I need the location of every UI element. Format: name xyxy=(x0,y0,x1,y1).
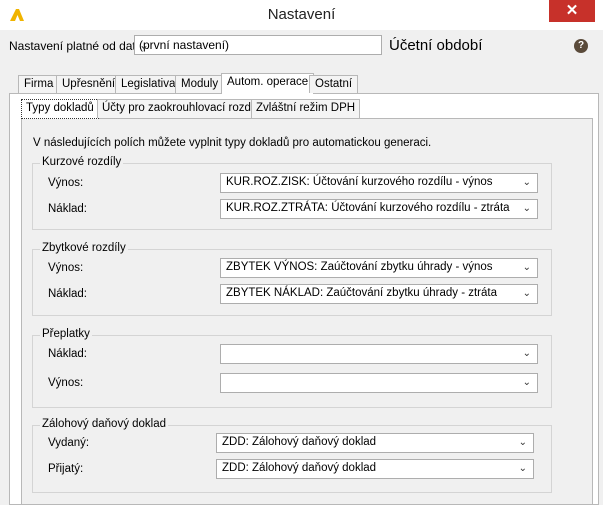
help-icon[interactable]: ? xyxy=(574,39,588,53)
title-bar: Nastavení ✕ xyxy=(0,0,603,30)
tab-upresneni[interactable]: Upřesnění xyxy=(56,75,122,93)
close-button[interactable]: ✕ xyxy=(549,0,595,22)
tab-autom-operace[interactable]: Autom. operace xyxy=(221,73,315,94)
select-zbytkove-vynos[interactable]: ZBYTEK VÝNOS: Zaúčtování zbytku úhrady -… xyxy=(220,258,538,278)
group-title: Přeplatky xyxy=(40,328,92,340)
select-value: ZBYTEK VÝNOS: Zaúčtování zbytku úhrady -… xyxy=(226,261,493,273)
field-label: Vydaný: xyxy=(48,437,90,449)
chevron-down-icon: ⌄ xyxy=(522,262,531,273)
period-select[interactable]: (první nastavení) ⌄ xyxy=(134,35,382,55)
intro-text: V následujících polích můžete vyplnit ty… xyxy=(33,137,432,149)
select-value: ZBYTEK NÁKLAD: Zaúčtování zbytku úhrady … xyxy=(226,287,497,299)
chevron-down-icon: ⌄ xyxy=(522,348,531,359)
field-label: Výnos: xyxy=(48,377,84,389)
group-title: Kurzové rozdíly xyxy=(40,156,124,168)
select-preplatky-vynos[interactable]: ⌄ xyxy=(220,373,538,393)
tab-firma[interactable]: Firma xyxy=(18,75,60,93)
select-kurzove-vynos[interactable]: KUR.ROZ.ZISK: Účtování kurzového rozdílu… xyxy=(220,173,538,193)
period-row: Nastavení platné od data: (první nastave… xyxy=(0,30,603,64)
tab-legislativa[interactable]: Legislativa xyxy=(115,75,182,93)
chevron-down-icon: ⌄ xyxy=(518,437,527,448)
chevron-down-icon: ⌄ xyxy=(522,377,531,388)
tab-ostatni[interactable]: Ostatní xyxy=(309,75,359,93)
chevron-down-icon: ⌄ xyxy=(522,288,531,299)
subtab-typy-dokladu[interactable]: Typy dokladů xyxy=(21,99,99,119)
subtab-ucty-zaokrouhleni[interactable]: Účty pro zaokrouhlovací rozdíl xyxy=(97,99,262,118)
select-zdd-vydany[interactable]: ZDD: Zálohový daňový doklad ⌄ xyxy=(216,433,534,453)
chevron-down-icon: ⌄ xyxy=(518,463,527,474)
select-zbytkove-naklad[interactable]: ZBYTEK NÁKLAD: Zaúčtování zbytku úhrady … xyxy=(220,284,538,304)
group-title: Zálohový daňový doklad xyxy=(40,418,169,430)
chevron-down-icon: ⌄ xyxy=(522,203,531,214)
select-preplatky-naklad[interactable]: ⌄ xyxy=(220,344,538,364)
window-title: Nastavení xyxy=(267,6,336,23)
field-label: Výnos: xyxy=(48,177,84,189)
tab-moduly[interactable]: Moduly xyxy=(175,75,225,93)
chevron-down-icon: ⌄ xyxy=(522,177,531,188)
period-label: Nastavení platné od data: xyxy=(9,39,146,53)
field-label: Přijatý: xyxy=(48,463,84,475)
field-label: Výnos: xyxy=(48,262,84,274)
group-title: Zbytkové rozdíly xyxy=(40,242,128,254)
field-label: Náklad: xyxy=(48,203,87,215)
chevron-down-icon: ⌄ xyxy=(139,38,150,52)
select-value: ZDD: Zálohový daňový doklad xyxy=(222,462,377,474)
subtab-zvlastni-rezim-dph[interactable]: Zvláštní režim DPH xyxy=(251,99,361,118)
select-value: KUR.ROZ.ZISK: Účtování kurzového rozdílu… xyxy=(226,176,493,188)
select-zdd-prijaty[interactable]: ZDD: Zálohový daňový doklad ⌄ xyxy=(216,459,534,479)
field-label: Náklad: xyxy=(48,348,87,360)
select-value: ZDD: Zálohový daňový doklad xyxy=(222,436,377,448)
select-value: KUR.ROZ.ZTRÁTA: Účtování kurzového rozdí… xyxy=(226,202,510,214)
field-label: Náklad: xyxy=(48,288,87,300)
select-kurzove-naklad[interactable]: KUR.ROZ.ZTRÁTA: Účtování kurzového rozdí… xyxy=(220,199,538,219)
period-heading: Účetní období xyxy=(389,37,483,54)
